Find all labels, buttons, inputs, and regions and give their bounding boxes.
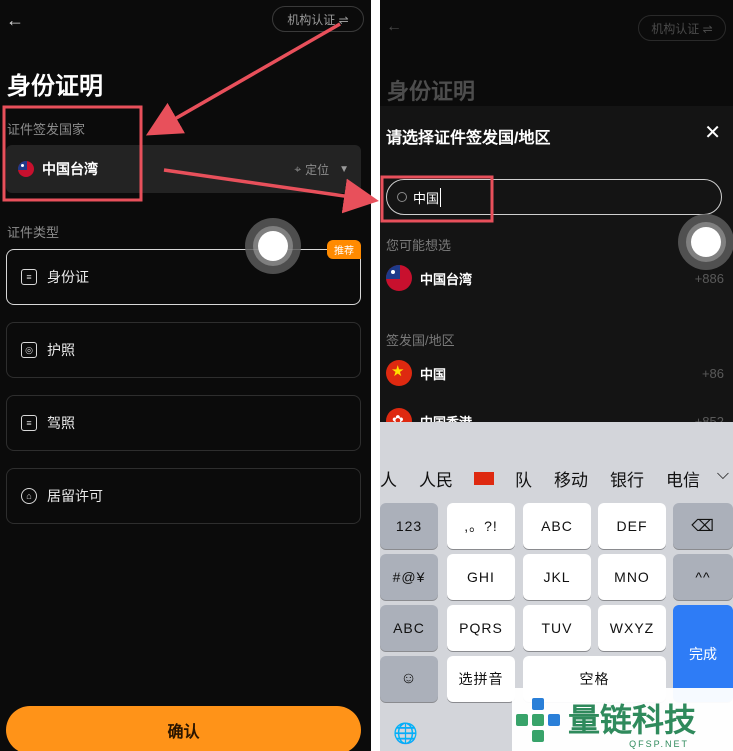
- doc-type-id-card[interactable]: ≡ 身份证 推荐: [6, 240, 361, 305]
- candidate-bar: 人 人民 队 移动 银行 电信 ⌵: [380, 460, 733, 496]
- doc-type-driver-license[interactable]: ≡ 驾照: [6, 395, 361, 451]
- taiwan-flag-icon: [386, 265, 412, 291]
- close-icon[interactable]: ✕: [704, 120, 721, 145]
- doc-type-label: 证件类型: [7, 225, 60, 240]
- left-screen: ← 机构认证 ⇌ 身份证明 证件签发国家 中国台湾 ⌖ 定位 ▼ 证件类型 ≡ …: [0, 0, 371, 751]
- dial-code: +886: [694, 270, 724, 286]
- locate-button[interactable]: ⌖ 定位: [294, 161, 329, 178]
- smiley-icon: ☺: [400, 670, 418, 687]
- watermark-logo: 量链科技 QFSP.NET: [512, 688, 733, 751]
- issuer-label: 签发国/地区: [386, 333, 455, 348]
- country-row-taiwan[interactable]: 中国台湾 +886: [386, 263, 724, 293]
- key-123[interactable]: 123: [380, 503, 438, 549]
- watermark-text: 量链科技: [568, 701, 697, 738]
- assistive-touch-button[interactable]: [678, 214, 733, 270]
- china-flag-icon: [386, 360, 412, 386]
- doc-type-residence-permit[interactable]: ⌂ 居留许可: [6, 468, 361, 524]
- key-abc[interactable]: ABC: [523, 503, 591, 549]
- suggest-label: 您可能想选: [386, 238, 452, 253]
- dropdown-caret-icon: ▼: [339, 163, 349, 175]
- expand-candidates-icon[interactable]: ⌵: [717, 466, 729, 484]
- doc-type-label: 护照: [47, 342, 75, 358]
- key-mno[interactable]: MNO: [598, 554, 666, 600]
- dial-code: +86: [701, 365, 724, 381]
- doc-type-label: 驾照: [47, 415, 75, 431]
- country-label: 证件签发国家: [7, 122, 86, 137]
- china-flag-emoji-icon[interactable]: [474, 471, 494, 485]
- search-icon: [397, 192, 407, 202]
- back-arrow-icon[interactable]: ←: [6, 10, 24, 31]
- passport-icon: ◎: [21, 342, 37, 358]
- doc-type-label: 身份证: [47, 269, 89, 285]
- candidate-item[interactable]: 队: [504, 466, 543, 491]
- backspace-key[interactable]: ⌫: [673, 503, 733, 549]
- page-title-dimmed: 身份证明: [387, 79, 476, 104]
- org-certify-button-dimmed: 机构认证 ⇌: [638, 15, 726, 41]
- candidate-item[interactable]: 电信: [655, 466, 711, 491]
- key-ghi[interactable]: GHI: [447, 554, 515, 600]
- country-name: 中国台湾: [420, 271, 473, 287]
- assistive-touch-button[interactable]: [245, 218, 301, 274]
- doc-type-label: 居留许可: [47, 488, 103, 504]
- country-value: 中国台湾: [42, 161, 98, 177]
- country-row-china[interactable]: 中国 +86: [386, 358, 724, 388]
- id-card-icon: ≡: [21, 269, 37, 285]
- org-certify-button[interactable]: 机构认证 ⇌: [272, 6, 364, 32]
- back-arrow-icon: ←: [386, 18, 402, 35]
- key-pqrs[interactable]: PQRS: [447, 605, 515, 651]
- key-def[interactable]: DEF: [598, 503, 666, 549]
- candidate-item[interactable]: 人: [380, 466, 408, 491]
- emoticon-key[interactable]: ^^: [673, 554, 733, 600]
- driver-license-icon: ≡: [21, 415, 37, 431]
- page-title: 身份证明: [7, 73, 103, 100]
- backspace-icon: ⌫: [691, 518, 715, 535]
- search-value: 中国: [413, 187, 442, 207]
- globe-icon[interactable]: 🌐: [388, 718, 424, 748]
- country-search-input[interactable]: 中国: [386, 179, 722, 215]
- key-tuv[interactable]: TUV: [523, 605, 591, 651]
- residence-permit-icon: ⌂: [21, 488, 37, 504]
- key-jkl[interactable]: JKL: [523, 554, 591, 600]
- country-select[interactable]: 中国台湾 ⌖ 定位 ▼: [6, 145, 361, 193]
- emoji-key[interactable]: ☺: [380, 656, 438, 702]
- taiwan-flag-icon: [18, 161, 34, 177]
- key-abc-switch[interactable]: ABC: [380, 605, 438, 651]
- country-name: 中国: [420, 366, 447, 382]
- sheet-title: 请选择证件签发国/地区: [386, 130, 551, 147]
- key-punct[interactable]: ,。?!: [447, 503, 515, 549]
- key-wxyz[interactable]: WXYZ: [598, 605, 666, 651]
- brand-logo-icon: [516, 697, 560, 742]
- location-pin-icon: ⌖: [294, 161, 302, 176]
- locate-label: 定位: [305, 162, 330, 177]
- country-picker-sheet: 请选择证件签发国/地区 ✕ 中国 您可能想选 中国台湾 +886 签发国/地区 …: [380, 106, 733, 434]
- candidate-item[interactable]: 移动: [543, 466, 599, 491]
- candidate-item[interactable]: 人民: [408, 466, 464, 491]
- key-symbols[interactable]: #@¥: [380, 554, 438, 600]
- candidate-item[interactable]: 银行: [599, 466, 655, 491]
- confirm-button[interactable]: 确认: [6, 706, 361, 751]
- right-screen: ← 机构认证 ⇌ 身份证明 请选择证件签发国/地区 ✕ 中国 您可能想选 中国台…: [380, 0, 733, 751]
- select-pinyin-key[interactable]: 选拼音: [447, 656, 515, 702]
- doc-type-passport[interactable]: ◎ 护照: [6, 322, 361, 378]
- watermark-subtext: QFSP.NET: [629, 739, 689, 749]
- recommend-badge: 推荐: [327, 240, 361, 259]
